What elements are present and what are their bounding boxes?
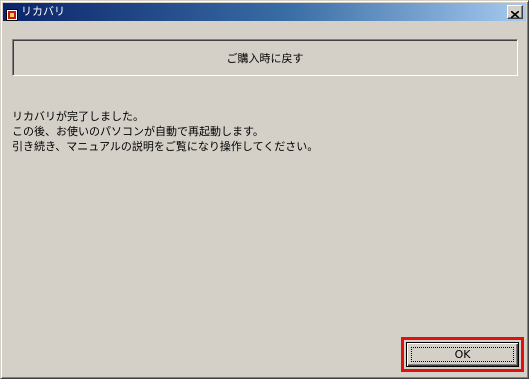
completion-message: リカバリが完了しました。 この後、お使いのパソコンが自動で再起動します。 引き続… — [12, 109, 518, 154]
ok-button[interactable]: OK — [406, 342, 519, 367]
restore-option-box: ご購入時に戻す — [12, 39, 518, 76]
close-button[interactable] — [507, 5, 523, 19]
restore-label: ご購入時に戻す — [226, 51, 304, 65]
app-icon — [6, 6, 18, 21]
recovery-dialog: リカバリ ご購入時に戻す リカバリが完了しました。 この後、お使いのパソコンが自… — [0, 0, 529, 379]
message-line: リカバリが完了しました。 — [12, 110, 144, 123]
message-line: この後、お使いのパソコンが自動で再起動します。 — [12, 125, 264, 138]
window-title: リカバリ — [21, 5, 65, 18]
message-line: 引き続き、マニュアルの説明をご覧になり操作してください。 — [12, 140, 319, 153]
ok-button-label: OK — [454, 348, 471, 361]
title-bar[interactable]: リカバリ — [3, 3, 526, 21]
close-icon — [510, 3, 520, 22]
